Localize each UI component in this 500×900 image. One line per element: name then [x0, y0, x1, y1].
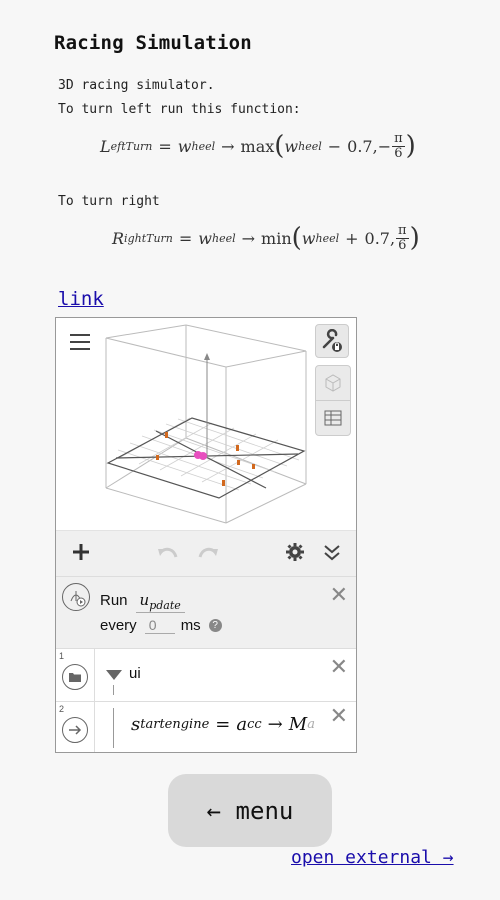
formula-var: w [198, 228, 212, 248]
applet-link[interactable]: link [58, 288, 104, 310]
wrench-lock-icon[interactable] [315, 324, 349, 358]
run-label: Run [100, 592, 128, 609]
menu-button[interactable]: ← menu [168, 774, 332, 847]
row-number: 1 [59, 651, 65, 661]
frac-den: 6 [398, 237, 407, 253]
plus-icon[interactable] [70, 541, 92, 567]
cube-icon[interactable] [316, 366, 350, 401]
collapse-icon[interactable] [321, 541, 343, 567]
expr-arrow: → [267, 714, 283, 735]
redo-icon[interactable] [196, 541, 220, 567]
formula-number: 0.7, [364, 228, 396, 248]
folder-icon[interactable] [62, 664, 88, 690]
formula-var-sub: heel [212, 231, 236, 245]
turn-right-instruction: To turn right [58, 194, 160, 209]
unit-label: ms [180, 617, 201, 634]
page-title: Racing Simulation [54, 32, 252, 54]
gear-icon[interactable] [284, 541, 306, 567]
formula-op: + [345, 228, 359, 248]
formula-lhs-sub: ightTurn [124, 231, 173, 245]
row-number: 2 [59, 704, 65, 714]
algebra-row-folder[interactable]: 1 ui ✕ [56, 648, 356, 701]
open-external-link[interactable]: open external → [291, 847, 454, 868]
frac-num: π [392, 130, 405, 147]
frac-num: π [396, 222, 409, 239]
formula-arrow: → [241, 228, 256, 248]
formula-var-sub: heel [191, 139, 216, 153]
run-script-row[interactable]: Run update every 0 ms ? ✕ [56, 576, 356, 648]
interval-input[interactable]: 0 [144, 617, 175, 634]
close-icon[interactable]: ✕ [329, 706, 348, 728]
formula-lhs-sub: eftTurn [110, 139, 153, 153]
applet-frame: Run update every 0 ms ? ✕ 1 ui ✕ 2 s tar… [55, 317, 357, 753]
undo-icon[interactable] [156, 541, 180, 567]
expr-a-sub: cc [247, 717, 262, 732]
expr-equals: = [215, 714, 231, 735]
frac-den: 6 [394, 145, 403, 161]
close-icon[interactable]: ✕ [330, 585, 348, 607]
formula-var-sub: heel [315, 231, 340, 245]
formula-number: 0.7, [347, 136, 378, 156]
expr-lhs: s [131, 714, 141, 735]
formula-arrow: → [221, 136, 235, 156]
formula-fn: max [240, 136, 275, 156]
help-icon[interactable]: ? [208, 619, 222, 632]
formula-lhs: R [112, 228, 125, 248]
formula-var: w [284, 136, 299, 156]
expr-m-sub: a [307, 717, 315, 732]
formula-op: − [327, 136, 342, 156]
right-turn-formula: RightTurn = w heel → min ( w heel + 0.7, π… [112, 222, 420, 253]
close-icon[interactable]: ✕ [330, 657, 348, 679]
folder-label: ui [129, 665, 141, 682]
formula-var-sub: heel [298, 139, 322, 153]
script-name: u [139, 591, 150, 609]
expr-m: M [288, 714, 308, 735]
formula-equals: = [158, 136, 172, 156]
graphics-3d-view[interactable] [56, 318, 356, 530]
formula-lhs: L [100, 136, 111, 156]
run-script-icon[interactable] [62, 583, 90, 611]
formula-var: w [301, 228, 316, 248]
left-turn-formula: LeftTurn = w heel → max ( w heel − 0.7, − … [100, 130, 416, 161]
script-name-sub: pdate [149, 599, 181, 612]
every-label: every [100, 617, 137, 634]
intro-text: 3D racing simulator. [58, 78, 215, 93]
collapse-triangle-icon[interactable] [106, 670, 122, 680]
3d-scene[interactable] [56, 318, 356, 530]
algebra-row-startengine[interactable]: 2 s tartengine = a cc → Ma ✕ [56, 701, 356, 752]
formula-var: w [177, 136, 192, 156]
turn-left-instruction: To turn left run this function: [58, 102, 301, 117]
table-icon[interactable] [316, 401, 350, 435]
run-arrow-icon[interactable] [62, 717, 88, 743]
formula-fn: min [261, 228, 292, 248]
expr-a: a [236, 714, 248, 735]
expr-lhs-sub: tartengine [140, 717, 210, 732]
formula-equals: = [178, 228, 193, 248]
formula-sign: − [377, 136, 392, 156]
algebra-toolbar [56, 530, 356, 577]
